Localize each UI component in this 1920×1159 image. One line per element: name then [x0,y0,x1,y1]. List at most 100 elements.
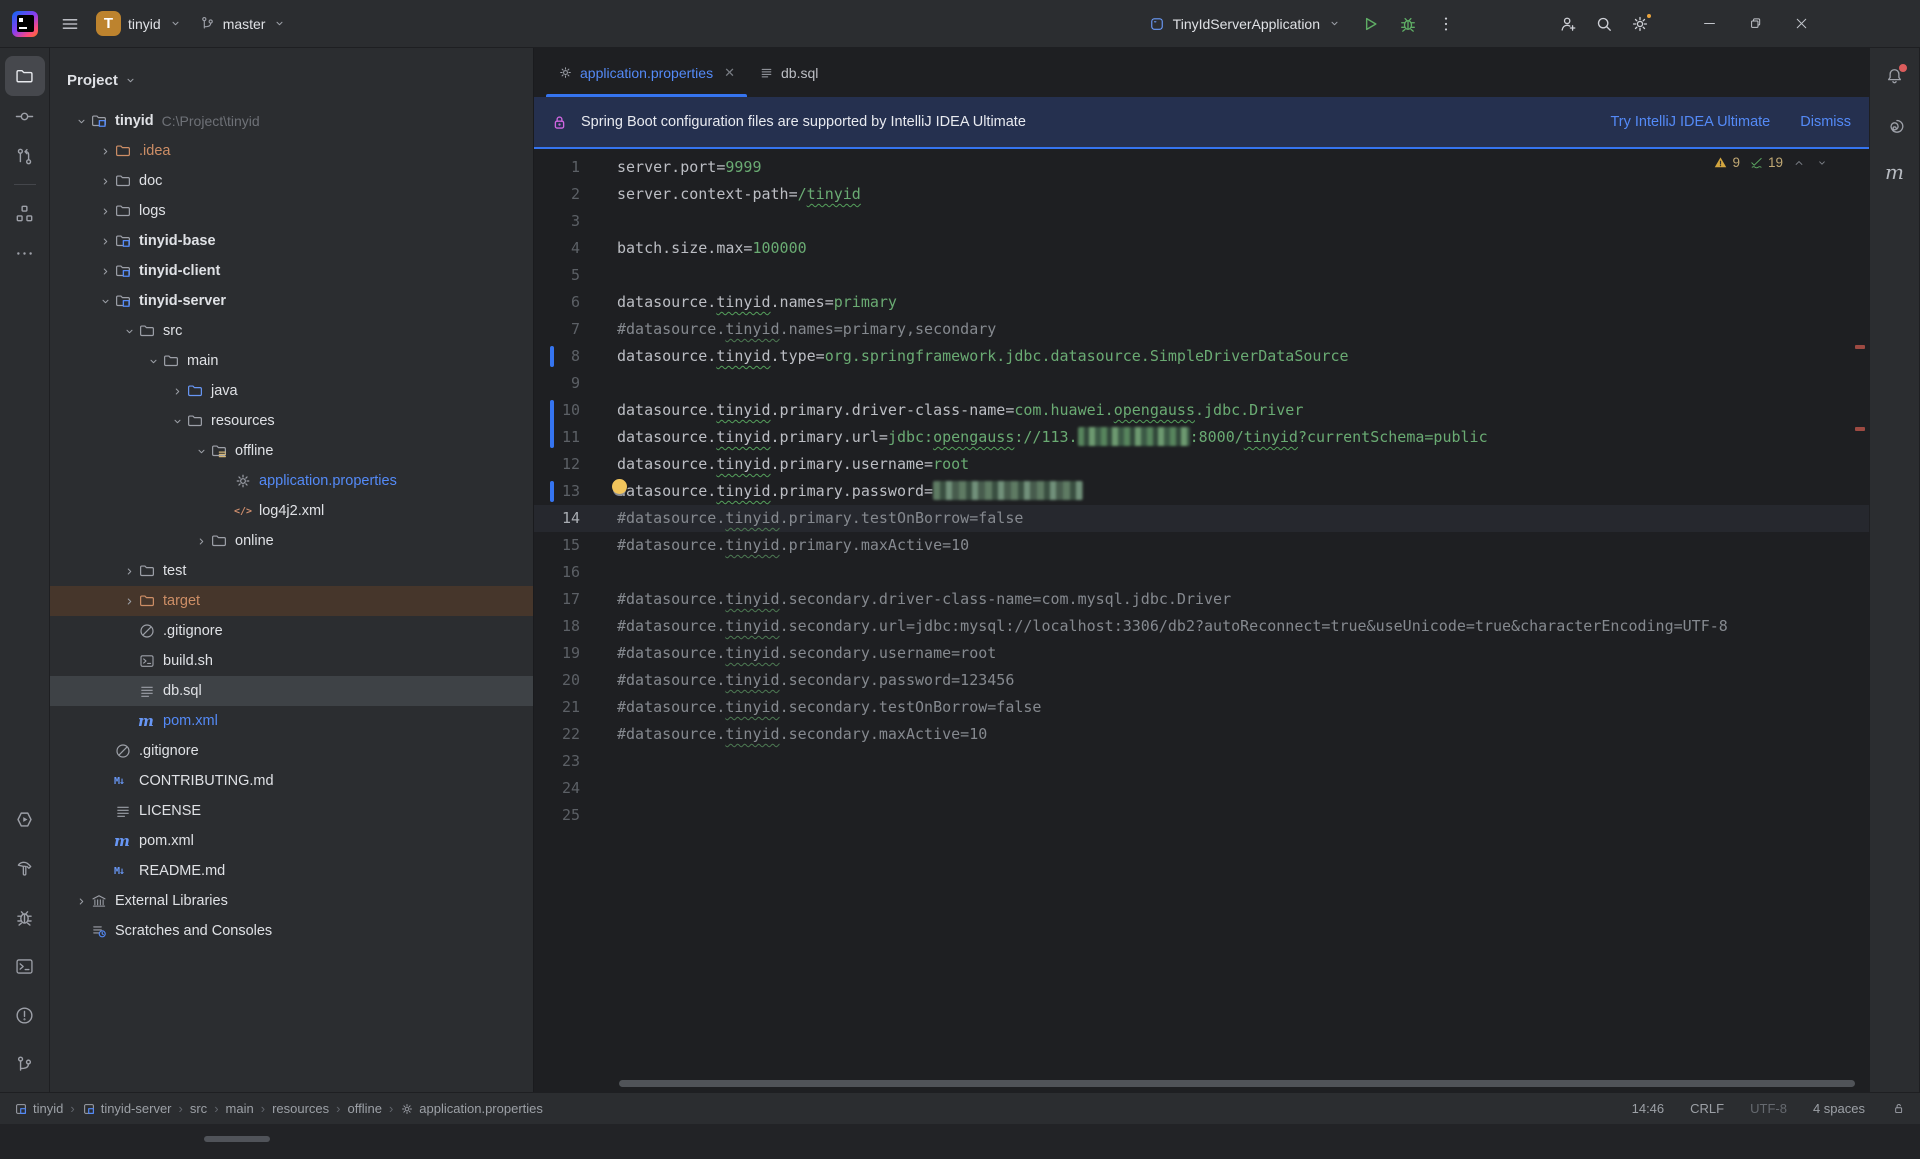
code-content[interactable]: server.port=9999server.context-path=/tin… [617,149,1869,829]
previous-problem-icon[interactable] [1792,156,1806,170]
tree-item-tinyid[interactable]: tinyidC:\Project\tinyid [50,106,533,136]
change-marker[interactable] [550,400,554,448]
tree-item-gitignore[interactable]: .gitignore [50,736,533,766]
tree-item-log4j2-xml[interactable]: </>log4j2.xml [50,496,533,526]
typos-indicator[interactable]: 19 [1749,155,1783,170]
tab-db-sql[interactable]: db.sql [747,48,830,97]
tree-item-resources[interactable]: resources [50,406,533,436]
breadcrumb-application-properties[interactable]: application.properties [400,1101,543,1116]
status-4-spaces[interactable]: 4 spaces [1813,1101,1865,1116]
code-line-22[interactable]: #datasource.tinyid.secondary.maxActive=1… [617,721,1869,748]
tree-item-online[interactable]: online [50,526,533,556]
build-tool-icon[interactable] [5,848,45,888]
code-line-17[interactable]: #datasource.tinyid.secondary.driver-clas… [617,586,1869,613]
code-line-9[interactable] [617,370,1869,397]
tree-item-readme-md[interactable]: M↓README.md [50,856,533,886]
status-utf-8[interactable]: UTF-8 [1750,1101,1787,1116]
inspections-widget[interactable]: 9 19 [1713,155,1829,170]
tree-item-application-properties[interactable]: application.properties [50,466,533,496]
settings-gear-icon[interactable] [1622,6,1658,42]
chevron-down-icon[interactable] [120,324,138,339]
search-everywhere-icon[interactable] [1586,6,1622,42]
code-line-11[interactable]: datasource.tinyid.primary.url=jdbc:openg… [617,424,1869,451]
project-tool-icon[interactable] [5,56,45,96]
code-line-7[interactable]: #datasource.tinyid.names=primary,seconda… [617,316,1869,343]
tree-item-pom-xml[interactable]: mpom.xml [50,706,533,736]
code-editor[interactable]: 1234567891011121314151617181920212223242… [534,149,1869,1092]
tree-item-tinyid-base[interactable]: tinyid-base [50,226,533,256]
code-line-21[interactable]: #datasource.tinyid.secondary.testOnBorro… [617,694,1869,721]
code-line-13[interactable]: datasource.tinyid.primary.password= [617,478,1869,505]
code-line-1[interactable]: server.port=9999 [617,154,1869,181]
code-line-25[interactable] [617,802,1869,829]
tree-item-doc[interactable]: doc [50,166,533,196]
run-button[interactable] [1352,6,1388,42]
code-line-6[interactable]: datasource.tinyid.names=primary [617,289,1869,316]
tree-item-external-libraries[interactable]: External Libraries [50,886,533,916]
version-control-tool-icon[interactable] [5,1044,45,1084]
chevron-right-icon[interactable] [120,564,138,579]
status-14-46[interactable]: 14:46 [1632,1101,1665,1116]
change-marker[interactable] [550,481,554,502]
code-line-24[interactable] [617,775,1869,802]
change-marker[interactable] [550,346,554,367]
error-stripe-mark[interactable] [1855,427,1865,431]
code-line-3[interactable] [617,208,1869,235]
error-stripe-mark[interactable] [1855,345,1865,349]
tree-item-test[interactable]: test [50,556,533,586]
editor-gutter[interactable]: 1234567891011121314151617181920212223242… [534,149,615,1092]
next-problem-icon[interactable] [1815,156,1829,170]
more-tool-windows-tool-icon[interactable] [5,233,45,273]
run-configuration-widget[interactable]: TinyIdServerApplication [1140,6,1350,42]
code-with-me-icon[interactable] [1550,6,1586,42]
tree-item-build-sh[interactable]: build.sh [50,646,533,676]
tree-item-idea[interactable]: .idea [50,136,533,166]
breadcrumb-src[interactable]: src [190,1101,207,1116]
tree-item-src[interactable]: src [50,316,533,346]
breadcrumb-tinyid[interactable]: tinyid [14,1101,63,1116]
breadcrumb-offline[interactable]: offline [347,1101,381,1116]
debug-button[interactable] [1390,6,1426,42]
pull-requests-tool-icon[interactable] [5,136,45,176]
code-line-5[interactable] [617,262,1869,289]
chevron-down-icon[interactable] [168,414,186,429]
tree-item-logs[interactable]: logs [50,196,533,226]
tab-application-properties[interactable]: application.properties✕ [546,48,747,97]
try-ultimate-link[interactable]: Try IntelliJ IDEA Ultimate [1610,114,1770,130]
maven-tool-icon[interactable]: m [1875,152,1915,192]
vcs-branch-widget[interactable]: master [191,6,296,42]
main-menu-icon[interactable] [52,6,88,42]
status-crlf[interactable]: CRLF [1690,1101,1724,1116]
lock-open-icon[interactable] [1891,1101,1906,1116]
window-close-button[interactable] [1778,4,1824,44]
project-panel-header[interactable]: Project [50,48,533,94]
tree-item-target[interactable]: target [50,586,533,616]
more-actions-icon[interactable] [1428,6,1464,42]
chevron-right-icon[interactable] [96,204,114,219]
tree-item-tinyid-client[interactable]: tinyid-client [50,256,533,286]
chevron-down-icon[interactable] [72,114,90,129]
code-line-23[interactable] [617,748,1869,775]
tree-item-license[interactable]: LICENSE [50,796,533,826]
breadcrumb-main[interactable]: main [226,1101,254,1116]
code-line-14[interactable]: #datasource.tinyid.primary.testOnBorrow=… [617,505,1869,532]
chevron-right-icon[interactable] [96,144,114,159]
tree-item-pom-xml[interactable]: mpom.xml [50,826,533,856]
project-widget[interactable]: T tinyid [88,6,191,42]
code-line-12[interactable]: datasource.tinyid.primary.username=root [617,451,1869,478]
intention-bulb-icon[interactable] [612,479,627,494]
chevron-down-icon[interactable] [192,444,210,459]
warnings-indicator[interactable]: 9 [1713,155,1740,170]
tree-item-contributing-md[interactable]: M↓CONTRIBUTING.md [50,766,533,796]
breadcrumb-tinyid-server[interactable]: tinyid-server [82,1101,172,1116]
code-line-2[interactable]: server.context-path=/tinyid [617,181,1869,208]
panel-scrollbar-thumb[interactable] [204,1136,270,1142]
notifications-tool-icon[interactable] [1875,56,1915,96]
chevron-right-icon[interactable] [168,384,186,399]
chevron-right-icon[interactable] [96,234,114,249]
tree-item-offline[interactable]: offline [50,436,533,466]
chevron-down-icon[interactable] [144,354,162,369]
services-tool-icon[interactable] [5,799,45,839]
window-minimize-button[interactable] [1686,4,1732,44]
code-line-15[interactable]: #datasource.tinyid.primary.maxActive=10 [617,532,1869,559]
